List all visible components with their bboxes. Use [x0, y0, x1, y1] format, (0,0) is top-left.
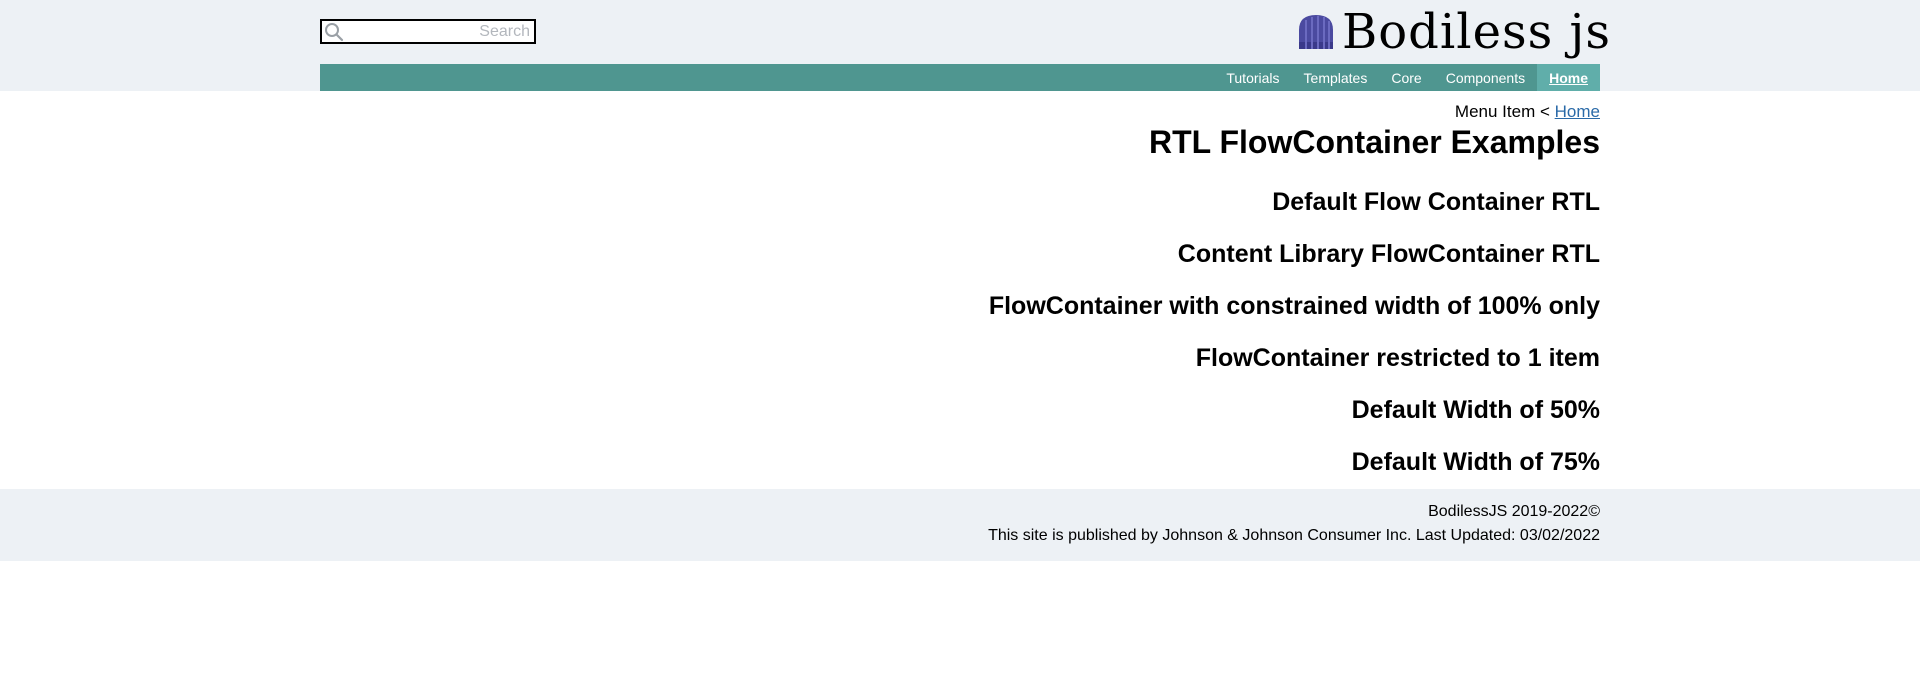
section-heading: Default Flow Container RTL	[1272, 188, 1600, 216]
nav-item-components[interactable]: Components	[1434, 64, 1537, 91]
section-heading: FlowContainer restricted to 1 item	[1195, 344, 1600, 372]
footer-publisher: This site is published by Johnson & John…	[988, 527, 1600, 544]
section-heading: FlowContainer with constrained width of …	[988, 292, 1600, 320]
search-icon	[324, 22, 344, 42]
main-nav: Tutorials Templates Core Components Home	[320, 64, 1600, 91]
page-title: RTL FlowContainer Examples	[1148, 124, 1600, 160]
section-heading: Content Library FlowContainer RTL	[1177, 240, 1600, 268]
footer-copyright: BodilessJS 2019-2022©	[1428, 503, 1600, 520]
nav-item-tutorials[interactable]: Tutorials	[1214, 64, 1291, 91]
site-logo[interactable]: Bodiless js	[1296, 4, 1610, 60]
breadcrumb-home-link[interactable]: Home	[1555, 102, 1600, 121]
search-box[interactable]	[320, 19, 536, 44]
nav-item-core[interactable]: Core	[1379, 64, 1433, 91]
nav-item-templates[interactable]: Templates	[1292, 64, 1380, 91]
breadcrumb: Menu Item < Home	[320, 102, 1600, 122]
logo-text: Bodiless js	[1342, 4, 1612, 60]
breadcrumb-separator: <	[1539, 102, 1550, 121]
section-heading: Default Width of 75%	[1351, 448, 1600, 476]
footer: BodilessJS 2019-2022© This site is publi…	[0, 489, 1920, 561]
search-input[interactable]	[346, 21, 530, 42]
section-heading: Default Width of 50%	[1351, 396, 1600, 424]
beanie-logo-icon	[1296, 12, 1336, 52]
breadcrumb-current: Menu Item	[1454, 102, 1536, 121]
nav-item-home[interactable]: Home	[1537, 64, 1600, 91]
